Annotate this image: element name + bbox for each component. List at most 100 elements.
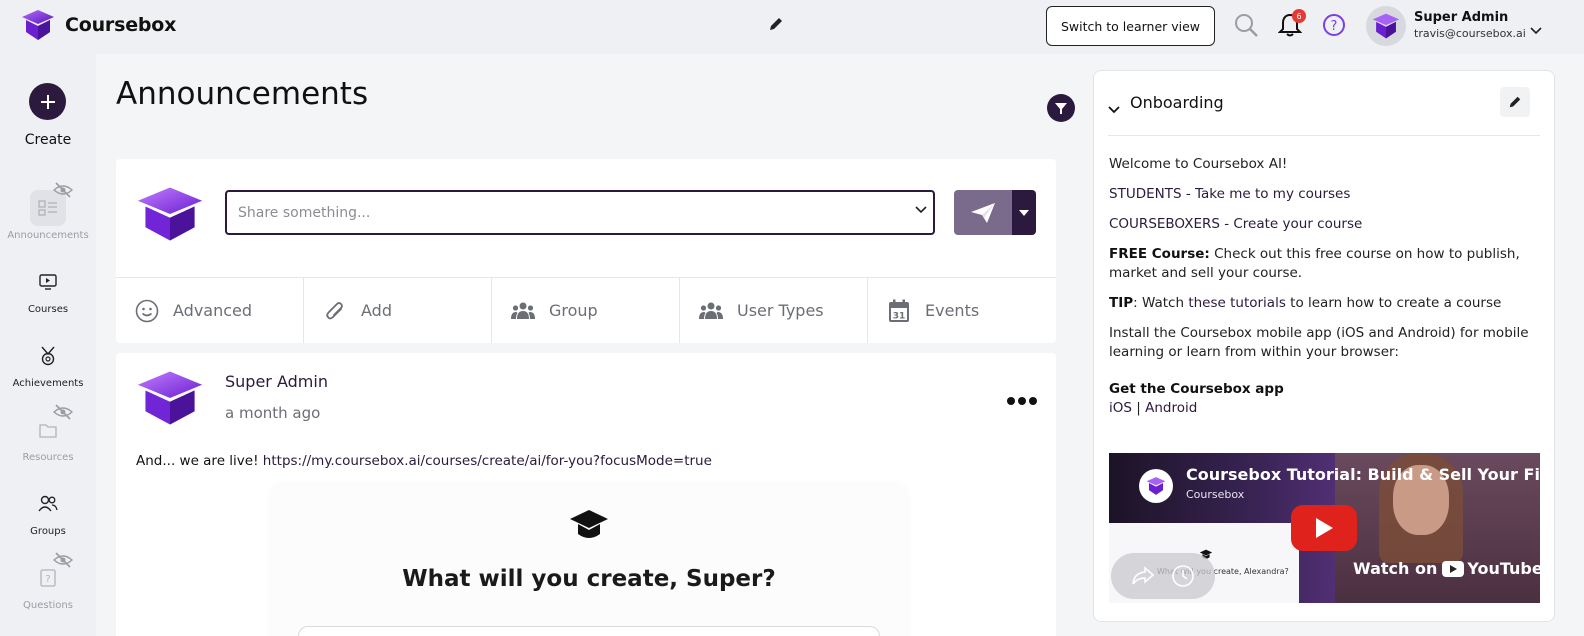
graduation-cap-logo-icon: [1146, 477, 1166, 495]
post-text: And... we are live!: [136, 453, 263, 469]
tutorials-link[interactable]: these tutorials: [1188, 295, 1286, 311]
plus-icon: [40, 94, 55, 109]
tutorial-video-embed[interactable]: What will you create, Alexandra? Courseb…: [1109, 453, 1540, 603]
calendar-icon: 31: [886, 298, 912, 324]
tab-user-types[interactable]: User Types: [680, 278, 868, 343]
share-something-input[interactable]: Share something...: [225, 190, 935, 235]
chevron-down-icon[interactable]: [915, 206, 927, 214]
youtube-logo-icon: [1442, 560, 1465, 577]
search-icon[interactable]: [1233, 12, 1259, 42]
tab-group[interactable]: Group: [492, 278, 680, 343]
tab-label: Group: [549, 301, 598, 320]
onboarding-title[interactable]: Onboarding: [1130, 93, 1224, 112]
eye-off-icon: [53, 552, 73, 568]
post-author-avatar[interactable]: [136, 369, 204, 431]
tab-events[interactable]: 31 Events: [868, 278, 1056, 343]
onboarding-content: Welcome to Coursebox AI! STUDENTS - Take…: [1109, 155, 1541, 429]
sidebar-item-label: Questions: [23, 600, 73, 611]
top-bar: Coursebox Switch to learner view 6 ? Sup…: [0, 0, 1584, 54]
app-logo[interactable]: Coursebox: [20, 8, 176, 42]
post-author-name[interactable]: Super Admin: [225, 372, 328, 391]
sidebar-item-announcements[interactable]: Announcements: [0, 182, 96, 241]
sidebar-item-groups[interactable]: Groups: [0, 486, 96, 537]
post-timestamp: a month ago: [225, 404, 321, 422]
play-button[interactable]: [1291, 505, 1357, 551]
sidebar-item-label: Groups: [30, 526, 66, 537]
more-options-icon[interactable]: [1006, 391, 1038, 410]
onboarding-panel: Onboarding Welcome to Coursebox AI! STUD…: [1093, 70, 1555, 622]
edit-pencil-icon[interactable]: [768, 16, 784, 36]
share-icon[interactable]: [1131, 566, 1155, 586]
courseboxers-link[interactable]: COURSEBOXERS - Create your course: [1109, 216, 1362, 232]
send-button[interactable]: [954, 190, 1012, 235]
install-text: Install the Coursebox mobile app (iOS an…: [1109, 325, 1529, 360]
tab-add[interactable]: Add: [304, 278, 492, 343]
free-course-text: FREE Course: Check out this free course …: [1109, 245, 1541, 283]
monitor-play-icon: [39, 274, 57, 290]
user-email: travis@coursebox.ai: [1414, 27, 1526, 40]
group-icon: [510, 298, 536, 324]
channel-logo[interactable]: [1139, 469, 1173, 503]
post-link[interactable]: https://my.coursebox.ai/courses/create/a…: [263, 453, 712, 469]
sidebar-item-achievements[interactable]: Achievements: [0, 338, 96, 389]
tab-label: Events: [925, 301, 980, 320]
switch-to-learner-view-button[interactable]: Switch to learner view: [1046, 6, 1215, 46]
notification-count-badge: 6: [1292, 9, 1306, 23]
sidebar-item-resources[interactable]: Resources: [0, 404, 96, 463]
sidebar-item-label: Courses: [27, 304, 69, 315]
list-icon: [38, 200, 57, 216]
tab-advanced[interactable]: Advanced: [116, 278, 304, 343]
clock-icon[interactable]: [1171, 564, 1195, 588]
chevron-down-icon[interactable]: [1108, 99, 1120, 118]
app-name: Coursebox: [65, 14, 177, 36]
get-app-heading: Get the Coursebox app: [1109, 381, 1284, 397]
youtube-label: YouTube: [1467, 559, 1540, 578]
android-link[interactable]: Android: [1145, 400, 1197, 416]
onboarding-header: Onboarding: [1108, 71, 1540, 136]
create-label[interactable]: Create: [0, 132, 96, 148]
filter-button[interactable]: [1047, 94, 1075, 122]
page-title: Announcements: [116, 76, 369, 112]
share-input-placeholder: Share something...: [238, 205, 371, 221]
svg-text:?: ?: [45, 574, 50, 585]
tip-prefix: : Watch: [1133, 295, 1189, 311]
send-options-dropdown[interactable]: [1012, 190, 1036, 235]
medal-icon: [41, 346, 55, 366]
tip-label: TIP: [1109, 295, 1134, 311]
create-button[interactable]: [29, 83, 66, 120]
composer-options: Advanced Add Group User Types 31 Events: [116, 277, 1056, 343]
students-link[interactable]: STUDENTS - Take me to my courses: [1109, 186, 1350, 202]
composer-avatar: [136, 185, 204, 247]
free-course-label: FREE Course:: [1109, 246, 1210, 262]
paper-plane-icon: [971, 202, 995, 223]
graduation-cap-avatar-icon: [137, 187, 203, 241]
help-icon[interactable]: ?: [1322, 13, 1346, 41]
calendar-day: 31: [893, 311, 906, 321]
filter-icon: [1055, 102, 1067, 114]
chevron-down-icon[interactable]: [1530, 20, 1542, 39]
preview-input: [298, 626, 880, 636]
post-body: And... we are live! https://my.coursebox…: [136, 453, 712, 469]
sidebar-item-label: Achievements: [12, 378, 84, 389]
sidebar: Create Announcements Courses Achievement…: [0, 54, 96, 636]
smiley-icon: [134, 298, 160, 324]
user-avatar[interactable]: [1366, 6, 1406, 46]
video-title[interactable]: Coursebox Tutorial: Build & Sell Your Fi…: [1186, 465, 1540, 484]
sidebar-item-courses[interactable]: Courses: [0, 264, 96, 315]
announcement-post: Super Admin a month ago And... we are li…: [116, 353, 1056, 636]
question-file-icon: ?: [40, 569, 56, 587]
graduation-cap-icon: [568, 508, 610, 546]
pencil-icon: [1509, 96, 1521, 108]
video-channel: Coursebox: [1186, 488, 1245, 501]
link-preview[interactable]: What will you create, Super?: [272, 486, 906, 636]
tab-label: Advanced: [173, 301, 253, 320]
user-name[interactable]: Super Admin: [1414, 10, 1508, 25]
graduation-cap-logo-icon: [22, 10, 54, 40]
tip-suffix: to learn how to create a course: [1285, 295, 1502, 311]
ios-link[interactable]: iOS: [1109, 400, 1132, 416]
watch-on-youtube-link[interactable]: Watch on YouTube: [1353, 559, 1540, 578]
sidebar-item-label: Announcements: [7, 230, 89, 241]
welcome-text: Welcome to Coursebox AI!: [1109, 156, 1288, 172]
sidebar-item-questions[interactable]: ? Questions: [0, 552, 96, 611]
edit-onboarding-button[interactable]: [1500, 87, 1530, 117]
